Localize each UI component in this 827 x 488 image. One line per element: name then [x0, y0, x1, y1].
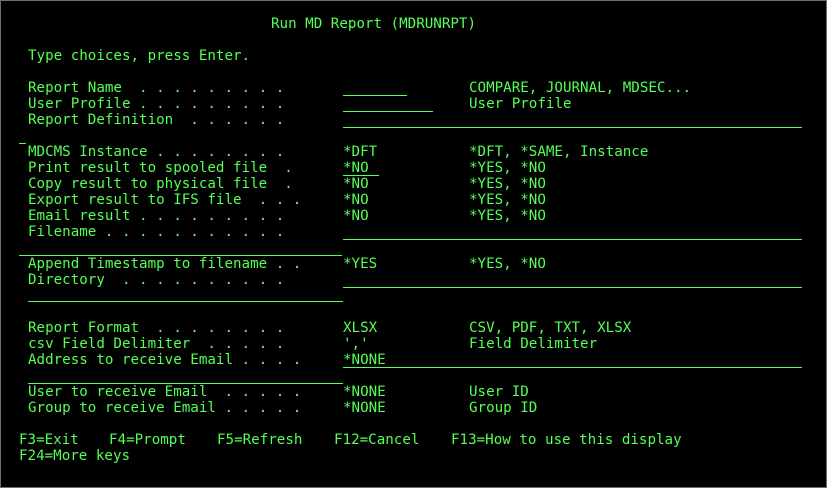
filename-field[interactable]: [343, 224, 802, 240]
csv-delimiter-hint: Field Delimiter: [469, 336, 598, 352]
user-profile-hint: User Profile: [469, 96, 572, 112]
report-name-label: Report Name . . . . . . . . .: [28, 80, 285, 96]
print-spooled-field[interactable]: *NO: [343, 160, 379, 176]
directory-field-continuation[interactable]: [28, 301, 343, 302]
directory-label: Directory . . . . . . . . . .: [28, 272, 285, 288]
csv-delimiter-field[interactable]: ',': [343, 336, 369, 352]
copy-physical-hint: *YES, *NO: [469, 176, 546, 192]
email-user-hint: User ID: [469, 384, 529, 400]
email-result-field[interactable]: *NO: [343, 208, 369, 224]
email-user-label: User to receive Email . . . . .: [28, 384, 302, 400]
user-profile-label: User Profile . . . . . . . . .: [28, 96, 285, 112]
print-spooled-hint: *YES, *NO: [469, 160, 546, 176]
copy-physical-field[interactable]: *NO: [343, 176, 369, 192]
screen-title: Run MD Report (MDRUNRPT): [271, 16, 476, 32]
report-definition-label: Report Definition . . . . . .: [28, 112, 285, 128]
csv-delimiter-label: csv Field Delimiter . . . . .: [28, 336, 285, 352]
f3-exit-key[interactable]: F3=Exit: [19, 432, 79, 448]
email-user-field[interactable]: *NONE: [343, 384, 386, 400]
filename-label: Filename . . . . . . . . . . .: [28, 224, 285, 240]
email-group-label: Group to receive Email . . . . .: [28, 400, 302, 416]
copy-physical-label: Copy result to physical file .: [28, 176, 293, 192]
email-group-hint: Group ID: [469, 400, 538, 416]
report-definition-field-continuation[interactable]: [19, 143, 26, 144]
f13-help-key[interactable]: F13=How to use this display: [451, 432, 682, 448]
user-profile-field[interactable]: [343, 96, 433, 112]
append-timestamp-field[interactable]: *YES: [343, 256, 377, 272]
report-format-hint: CSV, PDF, TXT, XLSX: [469, 320, 632, 336]
email-result-hint: *YES, *NO: [469, 208, 546, 224]
report-format-field[interactable]: XLSX: [343, 320, 377, 336]
append-timestamp-hint: *YES, *NO: [469, 256, 546, 272]
report-definition-field[interactable]: [343, 112, 802, 128]
report-name-hint: COMPARE, JOURNAL, MDSEC...: [469, 80, 692, 96]
f12-cancel-key[interactable]: F12=Cancel: [334, 432, 419, 448]
f4-prompt-key[interactable]: F4=Prompt: [109, 432, 186, 448]
email-result-label: Email result . . . . . . . . .: [28, 208, 285, 224]
directory-field[interactable]: [343, 272, 802, 288]
print-spooled-label: Print result to spooled file .: [28, 160, 293, 176]
mdcms-instance-hint: *DFT, *SAME, Instance: [469, 144, 649, 160]
export-ifs-field[interactable]: *NO: [343, 192, 369, 208]
mdcms-instance-label: MDCMS Instance . . . . . . . .: [28, 144, 285, 160]
export-ifs-hint: *YES, *NO: [469, 192, 546, 208]
f24-more-keys[interactable]: F24=More keys: [19, 448, 130, 464]
append-timestamp-label: Append Timestamp to filename . .: [28, 256, 302, 272]
email-address-label: Address to receive Email . . . .: [28, 352, 302, 368]
terminal-screen: Run MD Report (MDRUNRPT) Type choices, p…: [0, 0, 827, 488]
email-group-field[interactable]: *NONE: [343, 400, 386, 416]
report-format-label: Report Format . . . . . . . .: [28, 320, 285, 336]
f5-refresh-key[interactable]: F5=Refresh: [217, 432, 302, 448]
instruction-text: Type choices, press Enter.: [28, 48, 251, 64]
mdcms-instance-field[interactable]: *DFT: [343, 144, 377, 160]
report-name-field[interactable]: [343, 80, 407, 96]
export-ifs-label: Export result to IFS file . . .: [28, 192, 302, 208]
email-address-field[interactable]: *NONE: [343, 352, 802, 368]
